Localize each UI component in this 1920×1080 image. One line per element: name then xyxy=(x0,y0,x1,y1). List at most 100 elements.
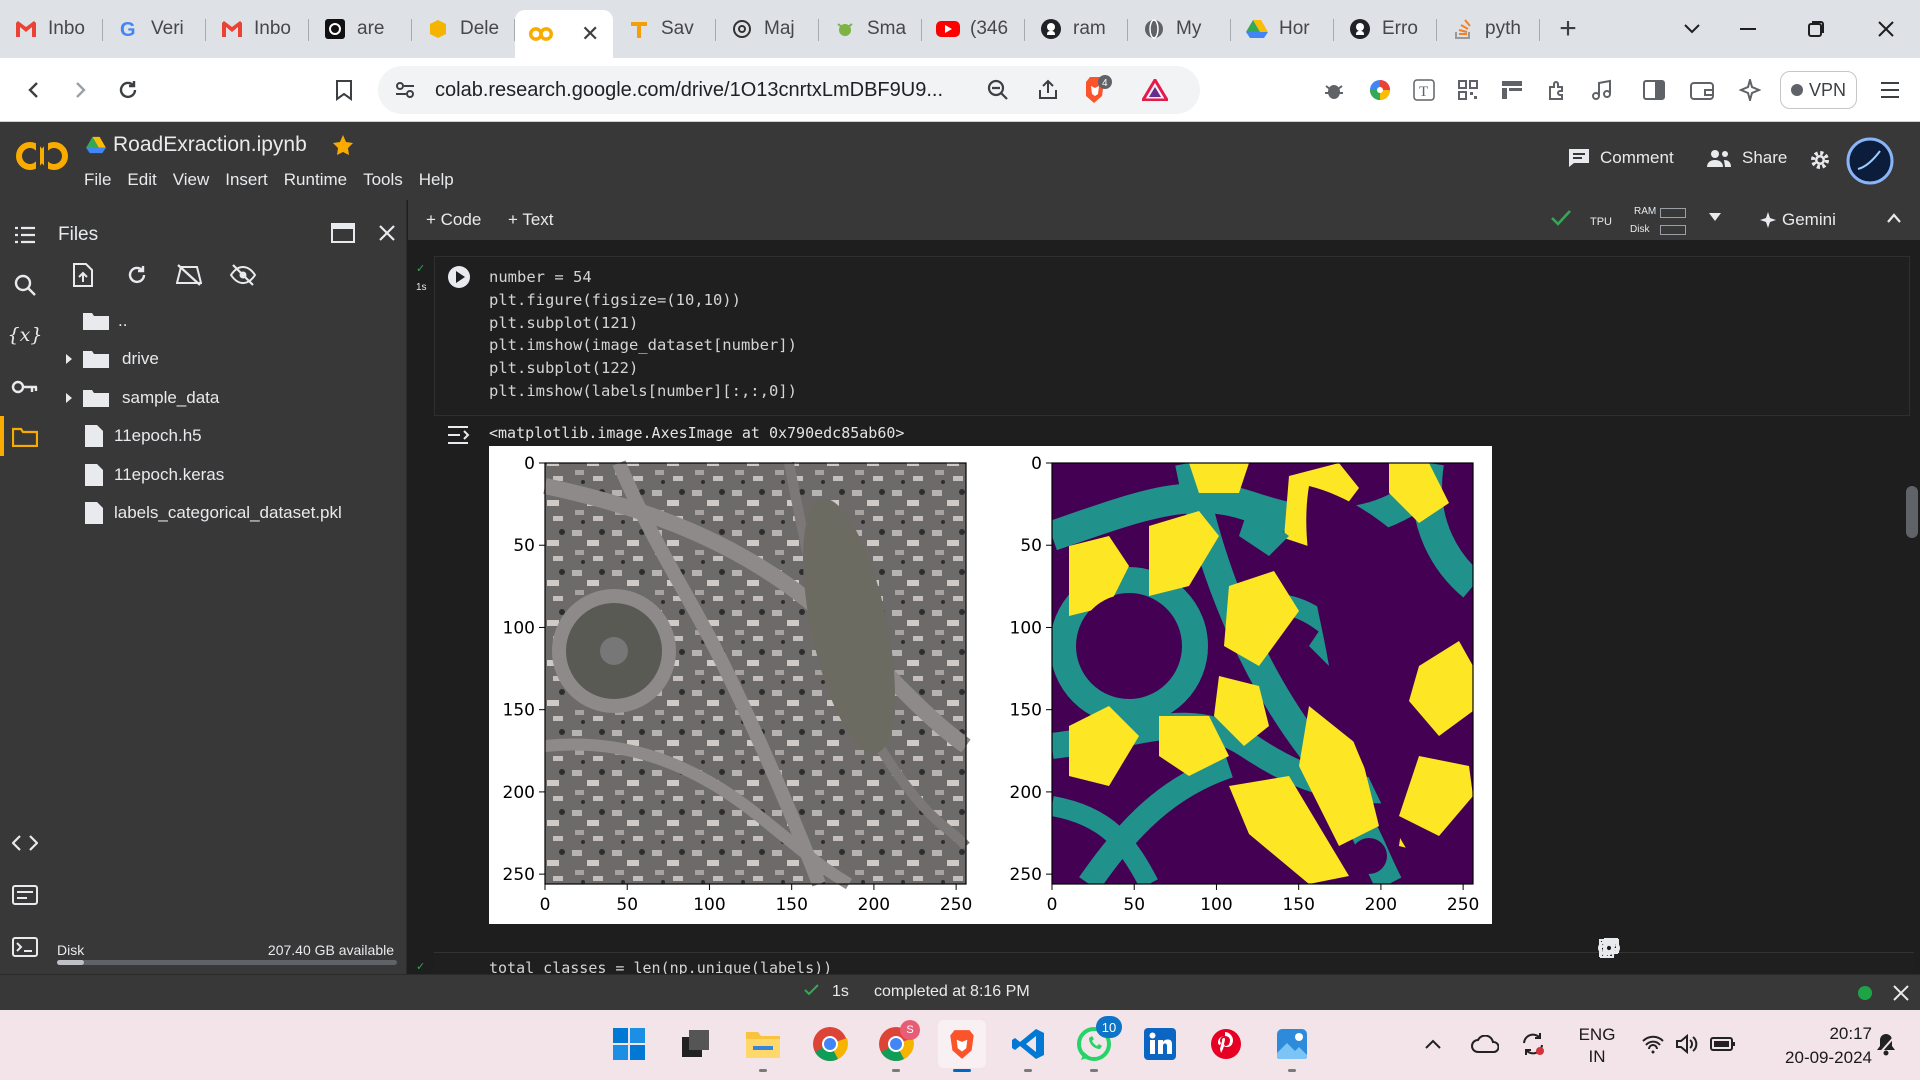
notebook-title[interactable]: RoadExraction.ipynb xyxy=(113,133,307,157)
close-panel-icon[interactable] xyxy=(370,216,404,250)
task-view-icon[interactable] xyxy=(672,1020,720,1068)
file-row-sample-data[interactable]: sample_data xyxy=(56,383,219,413)
language-indicator[interactable]: ENG IN xyxy=(1572,1024,1622,1068)
brave-browser-icon[interactable] xyxy=(938,1020,986,1072)
menu-insert[interactable]: Insert xyxy=(225,170,268,190)
command-palette-icon[interactable] xyxy=(8,880,42,910)
output-toggle-icon[interactable] xyxy=(446,422,472,448)
brave-shields-icon[interactable]: 4 xyxy=(1082,74,1112,106)
variables-icon[interactable]: {x} xyxy=(8,320,43,350)
file-explorer-icon[interactable] xyxy=(739,1020,787,1072)
windows-start-icon[interactable] xyxy=(605,1020,653,1068)
close-status-icon[interactable] xyxy=(1893,985,1909,1001)
tab-github-2[interactable]: Erro xyxy=(1334,7,1437,51)
menu-view[interactable]: View xyxy=(173,170,210,190)
linkedin-icon[interactable] xyxy=(1136,1020,1184,1068)
menu-file[interactable]: File xyxy=(84,170,111,190)
tab-globe[interactable]: My xyxy=(1128,7,1231,51)
dashboard-extension-icon[interactable] xyxy=(1494,72,1530,108)
notifications-bell-icon[interactable] xyxy=(1866,1020,1906,1068)
back-icon[interactable] xyxy=(16,72,52,108)
color-wheel-icon[interactable] xyxy=(1362,72,1398,108)
browser-menu-icon[interactable] xyxy=(1872,72,1908,108)
runtime-dropdown-icon[interactable] xyxy=(1708,212,1722,222)
vscode-icon[interactable] xyxy=(1004,1020,1052,1072)
file-row-pkl[interactable]: labels_categorical_dataset.pkl xyxy=(84,498,342,528)
volume-icon[interactable] xyxy=(1670,1020,1704,1068)
battery-icon[interactable] xyxy=(1706,1020,1740,1068)
brave-rewards-icon[interactable] xyxy=(1142,79,1168,101)
more-cell-actions-icon[interactable] xyxy=(1590,930,1620,966)
media-icon[interactable] xyxy=(1584,72,1620,108)
sidebar-icon[interactable] xyxy=(1636,72,1672,108)
photos-icon[interactable] xyxy=(1268,1020,1316,1072)
table-of-contents-icon[interactable] xyxy=(10,220,40,250)
bookmark-icon[interactable] xyxy=(326,72,362,108)
share-button[interactable]: Share xyxy=(1706,148,1787,168)
run-cell-button[interactable] xyxy=(446,264,472,290)
bug-extension-icon[interactable] xyxy=(1316,72,1352,108)
comment-button[interactable]: Comment xyxy=(1568,148,1674,168)
close-tab-icon[interactable]: ✕ xyxy=(581,21,599,47)
text-extension-icon[interactable]: T xyxy=(1406,72,1442,108)
tab-gmail-1[interactable]: Inbo xyxy=(0,7,103,51)
tab-colab-active[interactable]: ✕ xyxy=(515,10,613,58)
pinterest-icon[interactable] xyxy=(1202,1020,1250,1068)
show-hidden-icons[interactable] xyxy=(1418,1020,1448,1068)
forward-icon[interactable] xyxy=(62,72,98,108)
tab-bug[interactable]: Sma xyxy=(819,7,922,51)
expand-arrow-icon[interactable] xyxy=(56,392,82,404)
collapse-header-icon[interactable] xyxy=(1886,212,1902,224)
sync-icon[interactable] xyxy=(1516,1020,1550,1068)
tab-gmail-2[interactable]: Inbo xyxy=(206,7,309,51)
code-editor[interactable]: number = 54 plt.figure(figsize=(10,10)) pl… xyxy=(489,266,797,403)
tab-search-icon[interactable] xyxy=(1662,0,1722,58)
star-icon[interactable] xyxy=(332,134,354,156)
expand-arrow-icon[interactable] xyxy=(56,353,82,365)
tab-github-1[interactable]: ram xyxy=(1025,7,1128,51)
search-icon[interactable] xyxy=(10,270,40,300)
tab-openai[interactable]: are xyxy=(309,7,412,51)
restore-icon[interactable] xyxy=(1786,0,1846,58)
colab-logo[interactable] xyxy=(16,140,68,172)
secrets-key-icon[interactable] xyxy=(8,372,42,402)
qr-code-icon[interactable] xyxy=(1450,72,1486,108)
hide-files-icon[interactable] xyxy=(226,258,260,292)
tab-youtube[interactable]: (346 xyxy=(922,7,1025,51)
terminal-icon[interactable] xyxy=(8,932,42,962)
menu-help[interactable]: Help xyxy=(419,170,454,190)
tab-translate[interactable]: Sav xyxy=(613,7,716,51)
upload-file-icon[interactable] xyxy=(66,258,100,292)
runtime-resources[interactable]: TPU RAM Disk xyxy=(1586,204,1694,238)
open-in-tab-icon[interactable] xyxy=(326,216,360,250)
wallet-icon[interactable] xyxy=(1684,72,1720,108)
gemini-button[interactable]: Gemini xyxy=(1760,210,1836,230)
onedrive-icon[interactable] xyxy=(1468,1020,1502,1068)
chrome-icon[interactable] xyxy=(806,1020,854,1068)
new-tab-button[interactable]: + xyxy=(1546,7,1590,51)
notebook-scrollbar[interactable] xyxy=(1906,486,1918,538)
tab-box[interactable]: Dele xyxy=(412,7,515,51)
leo-ai-icon[interactable] xyxy=(1732,72,1768,108)
vpn-button[interactable]: VPN xyxy=(1780,71,1857,109)
tab-stackoverflow[interactable]: pyth xyxy=(1437,7,1540,51)
site-settings-icon[interactable] xyxy=(394,79,416,101)
system-clock[interactable]: 20:17 20-09-2024 xyxy=(1752,1022,1872,1070)
reload-icon[interactable] xyxy=(110,72,146,108)
files-folder-icon[interactable] xyxy=(8,422,42,452)
tab-google[interactable]: G Veri xyxy=(103,7,206,51)
account-avatar[interactable] xyxy=(1846,137,1894,185)
menu-runtime[interactable]: Runtime xyxy=(284,170,347,190)
add-text-button[interactable]: + Text xyxy=(508,210,554,230)
share-page-icon[interactable] xyxy=(1036,78,1060,102)
file-row-keras[interactable]: 11epoch.keras xyxy=(84,460,224,490)
add-code-button[interactable]: + Code xyxy=(426,210,481,230)
zoom-icon[interactable] xyxy=(986,78,1010,102)
file-row-drive[interactable]: drive xyxy=(56,344,159,374)
chrome-profile-icon[interactable]: S xyxy=(872,1020,920,1072)
wifi-icon[interactable] xyxy=(1636,1020,1670,1068)
menu-edit[interactable]: Edit xyxy=(127,170,156,190)
file-row-parent[interactable]: .. xyxy=(82,306,127,336)
settings-gear-icon[interactable] xyxy=(1808,148,1832,172)
whatsapp-icon[interactable]: 10 xyxy=(1070,1016,1122,1072)
